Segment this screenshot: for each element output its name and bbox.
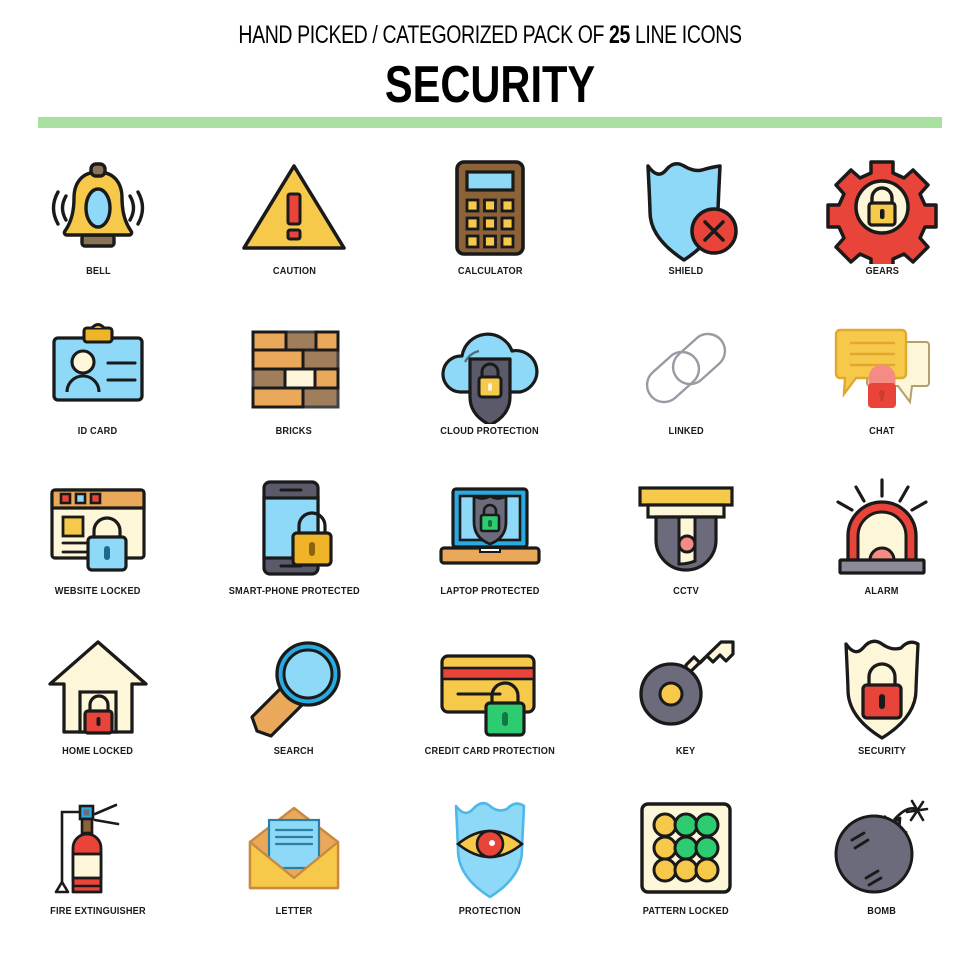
icon-row: HOME LOCKED SEARCH CREDIT CARD PROTECTIO… — [0, 632, 980, 792]
icon-label: CHAT — [869, 426, 895, 437]
icon-cell-caution[interactable]: CAUTION — [196, 152, 392, 312]
icon-label: BOMB — [867, 906, 897, 917]
icon-cell-bomb[interactable]: BOMB — [784, 792, 980, 952]
icon-cell-alarm[interactable]: ALARM — [784, 472, 980, 632]
website-locked-icon — [38, 472, 158, 584]
icon-label: WEBSITE LOCKED — [55, 586, 141, 597]
chat-icon — [822, 312, 942, 424]
icon-label: PATTERN LOCKED — [642, 906, 730, 917]
laptop-protected-icon — [430, 472, 550, 584]
icon-label: PROTECTION — [458, 906, 522, 917]
alarm-icon — [822, 472, 942, 584]
calculator-icon — [430, 152, 550, 264]
icon-cell-cloud-protection[interactable]: CLOUD PROTECTION — [392, 312, 588, 472]
key-icon — [626, 632, 746, 744]
icon-label: BELL — [85, 266, 111, 277]
icon-label: SECURITY — [857, 746, 906, 757]
tagline: HAND PICKED / CATEGORIZED PACK OF 25 LIN… — [108, 21, 872, 50]
icon-label: SHIELD — [668, 266, 704, 277]
icon-label: SEARCH — [274, 746, 314, 757]
icon-cell-id-card[interactable]: ID CARD — [0, 312, 196, 472]
icon-cell-linked[interactable]: LINKED — [588, 312, 784, 472]
icon-label: CAUTION — [272, 266, 316, 277]
smartphone-protected-icon — [234, 472, 354, 584]
tagline-post: LINE ICONS — [629, 21, 742, 49]
icon-cell-bricks[interactable]: BRICKS — [196, 312, 392, 472]
fire-extinguisher-icon — [38, 792, 158, 904]
icon-cell-security-shield[interactable]: SECURITY — [784, 632, 980, 792]
icon-cell-pattern-locked[interactable]: PATTERN LOCKED — [588, 792, 784, 952]
icon-cell-website-locked[interactable]: WEBSITE LOCKED — [0, 472, 196, 632]
icon-label: LINKED — [668, 426, 704, 437]
id-card-icon — [38, 312, 158, 424]
icon-cell-calculator[interactable]: CALCULATOR — [392, 152, 588, 312]
cloud-protection-icon — [430, 312, 550, 424]
bricks-icon — [234, 312, 354, 424]
icon-cell-gears[interactable]: GEARS — [784, 152, 980, 312]
search-icon — [234, 632, 354, 744]
icon-label: CLOUD PROTECTION — [440, 426, 540, 437]
icon-cell-search[interactable]: SEARCH — [196, 632, 392, 792]
icon-label: BRICKS — [275, 426, 313, 437]
icon-label: ALARM — [864, 586, 900, 597]
icon-row: WEBSITE LOCKED SMART-PHONE PROTECTED LAP… — [0, 472, 980, 632]
cctv-icon — [626, 472, 746, 584]
icon-cell-fire-extinguisher[interactable]: FIRE EXTINGUISHER — [0, 792, 196, 952]
tagline-pre: HAND PICKED / CATEGORIZED PACK OF — [238, 21, 610, 49]
icon-label: HOME LOCKED — [62, 746, 134, 757]
letter-icon — [234, 792, 354, 904]
icon-row: BELL CAUTION CALCULATOR SHIELD GEARS — [0, 152, 980, 312]
icon-cell-letter[interactable]: LETTER — [196, 792, 392, 952]
icon-cell-home-locked[interactable]: HOME LOCKED — [0, 632, 196, 792]
icon-cell-smartphone[interactable]: SMART-PHONE PROTECTED — [196, 472, 392, 632]
icon-cell-key[interactable]: KEY — [588, 632, 784, 792]
shield-x-icon — [626, 152, 746, 264]
icon-label: KEY — [676, 746, 696, 757]
icon-label: CALCULATOR — [457, 266, 523, 277]
icon-cell-bell[interactable]: BELL — [0, 152, 196, 312]
home-locked-icon — [38, 632, 158, 744]
security-shield-icon — [822, 632, 942, 744]
icon-label: ID CARD — [78, 426, 118, 437]
page-title: SECURITY — [384, 55, 596, 114]
credit-card-protection-icon — [430, 632, 550, 744]
icon-cell-laptop[interactable]: LAPTOP PROTECTED — [392, 472, 588, 632]
protection-eye-icon — [430, 792, 550, 904]
icon-cell-protection-eye[interactable]: PROTECTION — [392, 792, 588, 952]
caution-icon — [234, 152, 354, 264]
icon-label: FIRE EXTINGUISHER — [50, 906, 146, 917]
icon-label: SMART-PHONE PROTECTED — [228, 586, 360, 597]
bell-icon — [38, 152, 158, 264]
icon-label: CCTV — [673, 586, 699, 597]
icon-cell-credit-card[interactable]: CREDIT CARD PROTECTION — [392, 632, 588, 792]
pattern-locked-icon — [626, 792, 746, 904]
gears-icon — [822, 152, 942, 264]
icon-cell-chat[interactable]: CHAT — [784, 312, 980, 472]
icon-cell-shield[interactable]: SHIELD — [588, 152, 784, 312]
icon-cell-cctv[interactable]: CCTV — [588, 472, 784, 632]
icon-label: LAPTOP PROTECTED — [440, 586, 540, 597]
header-rule — [38, 117, 942, 128]
bomb-icon — [822, 792, 942, 904]
icon-label: GEARS — [865, 266, 899, 277]
page-header: HAND PICKED / CATEGORIZED PACK OF 25 LIN… — [0, 0, 980, 112]
icon-row: ID CARD BRICKS CLOUD PROTECTION LINKED C… — [0, 312, 980, 472]
icon-label: CREDIT CARD PROTECTION — [424, 746, 556, 757]
linked-icon — [626, 312, 746, 424]
icon-label: LETTER — [275, 906, 313, 917]
icon-grid: BELL CAUTION CALCULATOR SHIELD GEARS ID … — [0, 152, 980, 952]
tagline-count: 25 — [609, 21, 630, 49]
icon-row: FIRE EXTINGUISHER LETTER PROTECTION PATT… — [0, 792, 980, 952]
